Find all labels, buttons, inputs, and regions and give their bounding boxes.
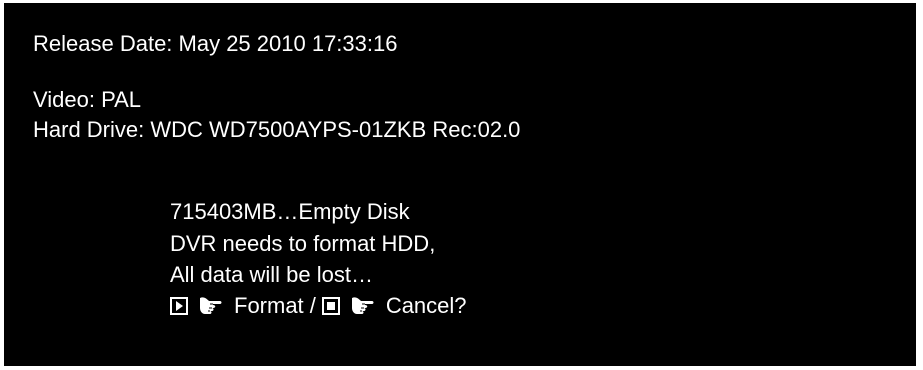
action-separator: / (309, 293, 316, 318)
play-button-icon[interactable] (170, 297, 188, 315)
disk-status: 715403MB…Empty Disk (170, 199, 410, 224)
cancel-action-label[interactable]: Cancel? (386, 291, 467, 321)
action-row: Format / Cancel? (170, 291, 467, 321)
stop-button-icon[interactable] (321, 297, 340, 315)
video-standard: Video: PAL (33, 87, 142, 112)
format-notice: DVR needs to format HDD, (170, 231, 436, 256)
dvr-screen: Release Date: May 25 2010 17:33:16 Video… (4, 3, 916, 366)
pointing-hand-icon (350, 295, 376, 317)
hard-drive-info: Hard Drive: WDC WD7500AYPS-01ZKB Rec:02.… (33, 117, 521, 142)
pointing-hand-icon (198, 295, 224, 317)
data-loss-warning: All data will be lost… (170, 262, 373, 287)
format-action-label[interactable]: Format (234, 291, 304, 321)
release-date: Release Date: May 25 2010 17:33:16 (33, 31, 398, 56)
